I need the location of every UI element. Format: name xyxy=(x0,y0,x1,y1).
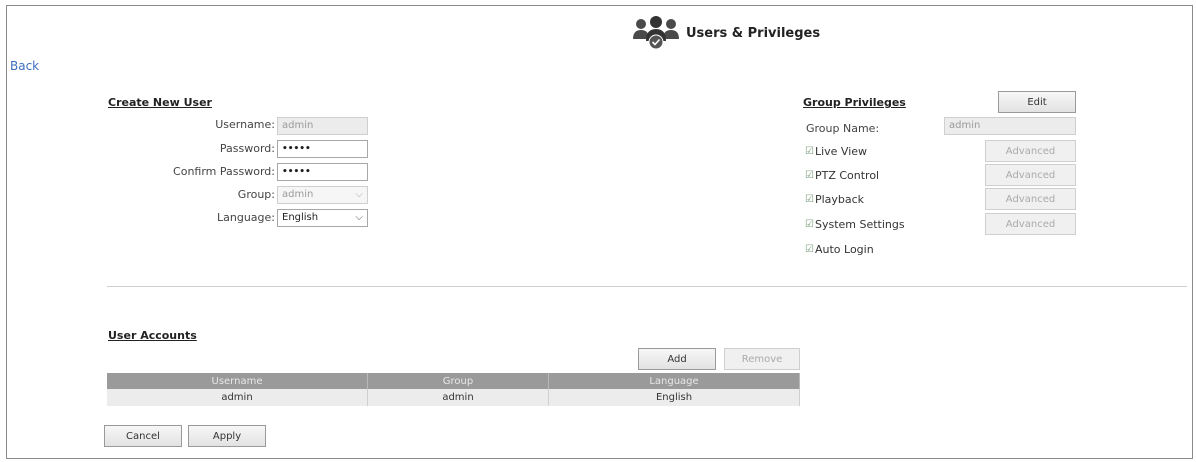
system-settings-checkbox[interactable]: ☑ System Settings xyxy=(805,218,905,231)
playback-label: Playback xyxy=(814,193,865,206)
page-header: Users & Privileges xyxy=(630,15,820,51)
add-button[interactable]: Add xyxy=(638,348,716,370)
playback-advanced-button[interactable]: Advanced xyxy=(985,188,1076,210)
confirm-password-label: Confirm Password: xyxy=(173,165,275,178)
ptz-control-advanced-button[interactable]: Advanced xyxy=(985,164,1076,186)
chevron-down-icon: ⌵ xyxy=(355,212,363,223)
column-header-language: Language xyxy=(548,373,800,389)
checkbox-checked-icon: ☑ xyxy=(805,170,814,181)
table-row[interactable]: admin admin English xyxy=(107,389,800,406)
group-name-input[interactable]: admin xyxy=(944,117,1076,135)
cancel-button[interactable]: Cancel xyxy=(104,425,182,447)
users-group-icon xyxy=(633,16,679,50)
live-view-checkbox[interactable]: ☑ Live View xyxy=(805,145,867,158)
live-view-label: Live View xyxy=(814,145,868,158)
table-cell-group: admin xyxy=(367,389,549,406)
system-settings-advanced-button[interactable]: Advanced xyxy=(985,213,1076,235)
chevron-down-icon: ⌵ xyxy=(355,189,363,200)
apply-button[interactable]: Apply xyxy=(188,425,266,447)
back-link[interactable]: Back xyxy=(10,59,39,73)
auto-login-checkbox[interactable]: ☑ Auto Login xyxy=(805,243,874,256)
system-settings-label: System Settings xyxy=(814,218,905,231)
password-label: Password: xyxy=(219,142,275,155)
playback-checkbox[interactable]: ☑ Playback xyxy=(805,193,864,206)
checkbox-checked-icon: ☑ xyxy=(805,244,814,255)
checkbox-checked-icon: ☑ xyxy=(805,219,814,230)
username-label: Username: xyxy=(215,118,275,131)
page-title: Users & Privileges xyxy=(686,25,821,41)
column-header-username: Username xyxy=(107,373,368,389)
language-label: Language: xyxy=(217,211,275,224)
user-accounts-table: Username Group Language admin admin Engl… xyxy=(107,373,800,406)
section-divider xyxy=(107,286,1187,287)
language-select-value: English xyxy=(282,212,319,223)
group-privileges-heading: Group Privileges xyxy=(803,96,906,109)
table-cell-username: admin xyxy=(107,389,368,406)
column-header-group: Group xyxy=(367,373,549,389)
live-view-advanced-button[interactable]: Advanced xyxy=(985,140,1076,162)
edit-button[interactable]: Edit xyxy=(998,91,1076,113)
group-select[interactable]: admin ⌵ xyxy=(277,186,368,204)
auto-login-label: Auto Login xyxy=(814,243,874,256)
username-input[interactable]: admin xyxy=(277,117,368,135)
table-header-row: Username Group Language xyxy=(107,373,800,389)
group-label: Group: xyxy=(237,188,275,201)
password-input[interactable]: ••••• xyxy=(277,140,368,158)
checkbox-checked-icon: ☑ xyxy=(805,194,814,205)
group-name-label: Group Name: xyxy=(806,122,880,135)
table-cell-language: English xyxy=(548,389,800,406)
ptz-control-checkbox[interactable]: ☑ PTZ Control xyxy=(805,169,879,182)
remove-button[interactable]: Remove xyxy=(724,348,800,370)
create-user-heading: Create New User xyxy=(108,96,212,109)
group-select-value: admin xyxy=(282,189,314,200)
user-accounts-heading: User Accounts xyxy=(108,329,197,342)
checkbox-checked-icon: ☑ xyxy=(805,146,814,157)
ptz-control-label: PTZ Control xyxy=(814,169,880,182)
language-select[interactable]: English ⌵ xyxy=(277,209,368,227)
confirm-password-input[interactable]: ••••• xyxy=(277,163,368,181)
